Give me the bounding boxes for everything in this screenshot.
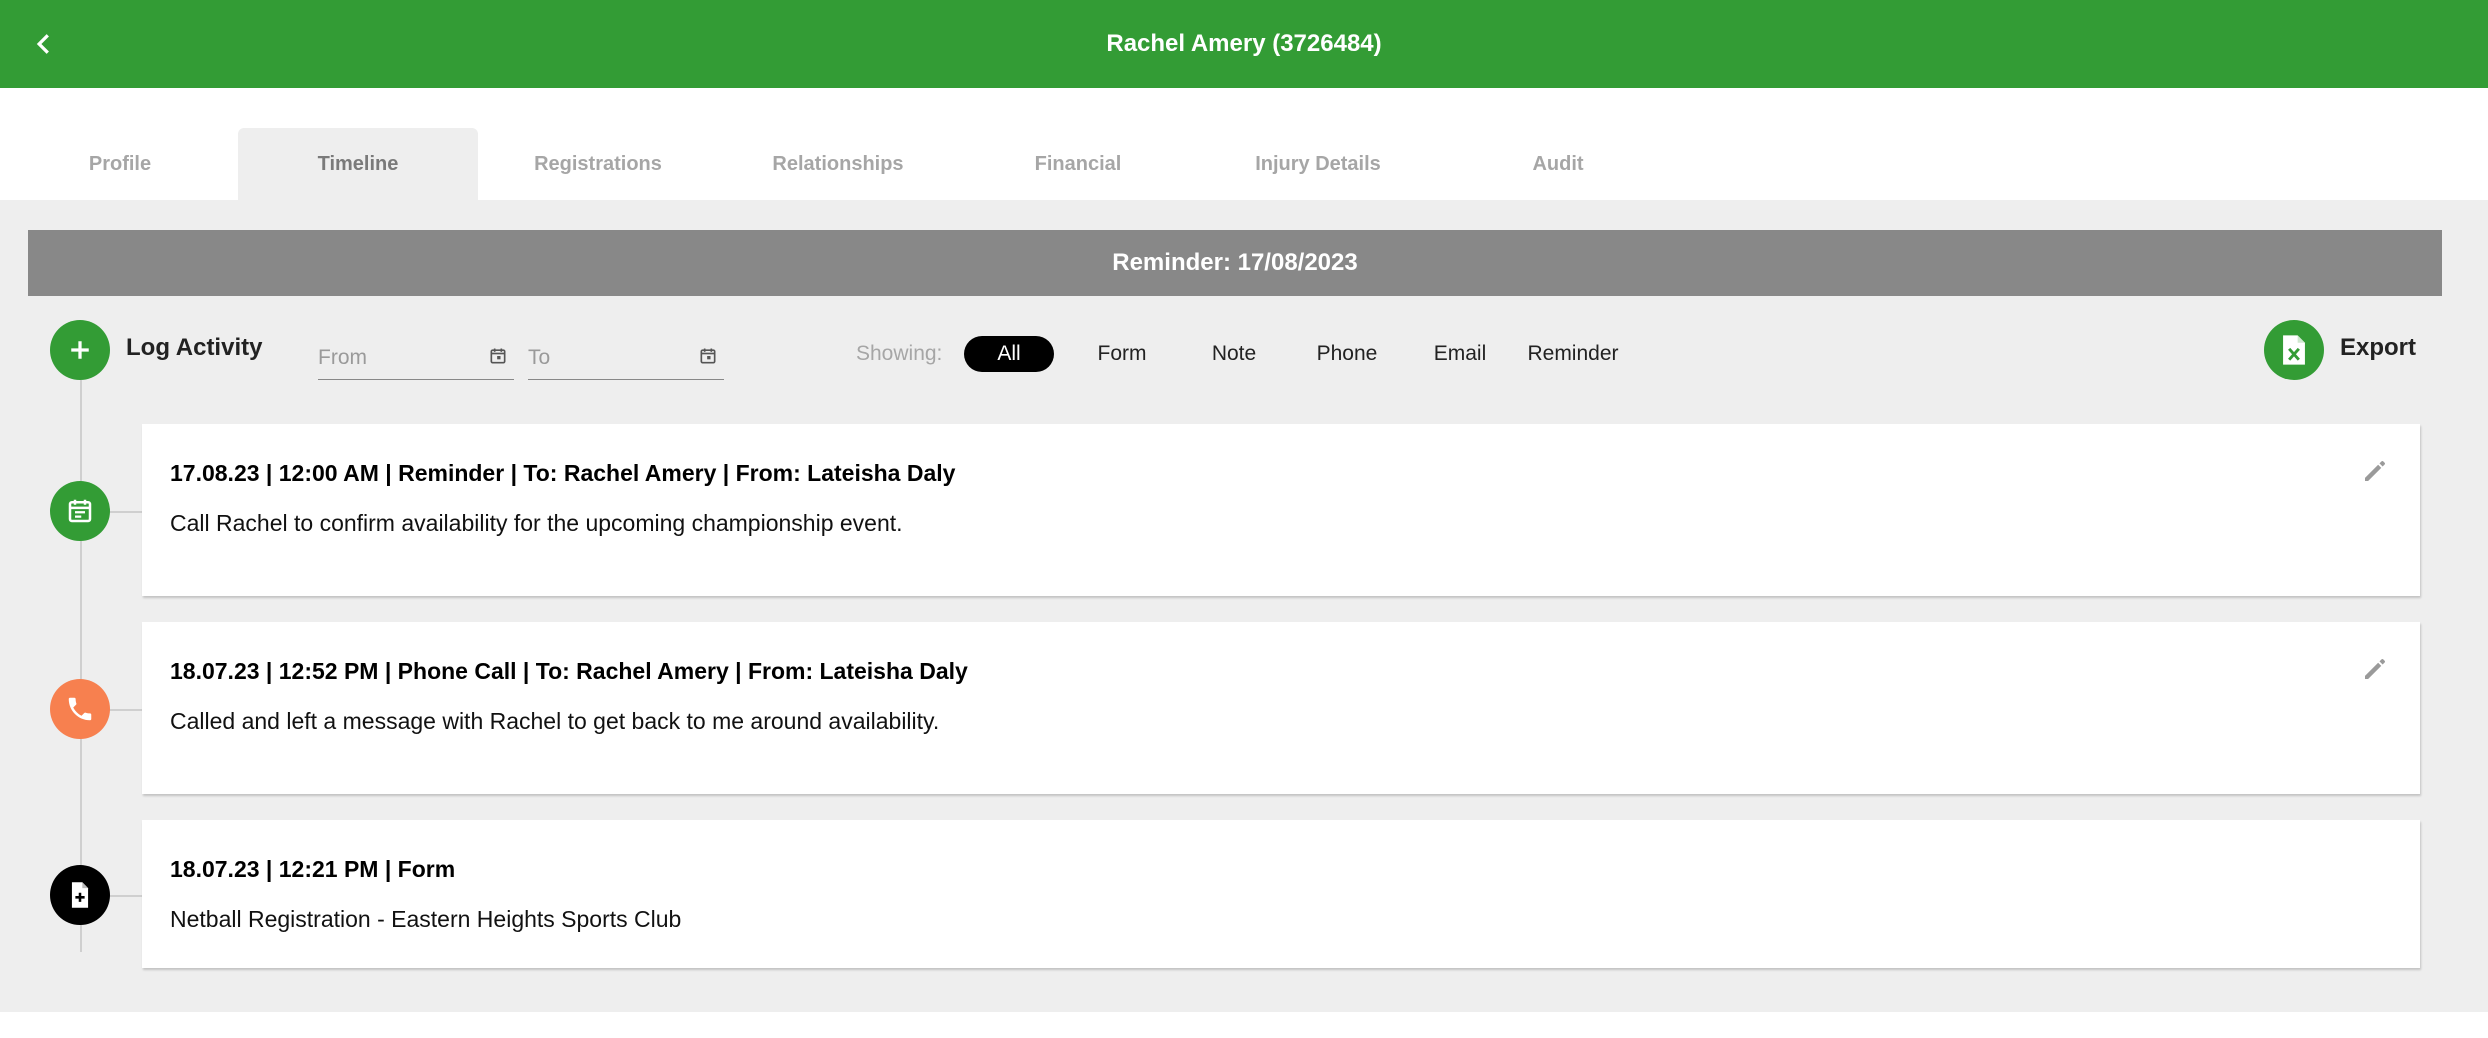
chevron-left-icon xyxy=(36,34,49,54)
calendar-icon xyxy=(68,499,92,523)
from-date-field[interactable]: From xyxy=(318,338,514,380)
to-date-placeholder: To xyxy=(528,346,551,369)
from-date-placeholder: From xyxy=(318,346,367,369)
timeline-entry: 18.07.23 | 12:21 PM | Form Netball Regis… xyxy=(142,820,2420,968)
export-button[interactable] xyxy=(2264,320,2324,380)
tab-relationships[interactable]: Relationships xyxy=(718,128,958,200)
tab-registrations[interactable]: Registrations xyxy=(478,128,718,200)
entry-header: 18.07.23 | 12:52 PM | Phone Call | To: R… xyxy=(170,658,968,684)
tab-profile[interactable]: Profile xyxy=(0,128,240,200)
timeline-marker-form xyxy=(50,865,110,925)
export-label[interactable]: Export xyxy=(2340,334,2416,362)
page-title: Rachel Amery (3726484) xyxy=(1106,30,1382,57)
log-activity-label[interactable]: Log Activity xyxy=(126,334,262,362)
app-header: Rachel Amery (3726484) xyxy=(0,0,2488,88)
edit-button[interactable] xyxy=(2358,652,2392,686)
entry-body: Call Rachel to confirm availability for … xyxy=(170,510,903,536)
timeline-panel: Reminder: 17/08/2023 Log Activity From T… xyxy=(0,200,2488,1012)
pencil-icon xyxy=(2365,659,2385,679)
to-date-field[interactable]: To xyxy=(528,338,724,380)
back-button[interactable] xyxy=(20,20,68,68)
filter-form[interactable]: Form xyxy=(1077,336,1167,372)
calendar-picker-icon[interactable] xyxy=(488,346,508,366)
tab-financial[interactable]: Financial xyxy=(958,128,1198,200)
showing-label: Showing: xyxy=(856,342,943,365)
plus-icon xyxy=(71,341,89,359)
tab-injury-details[interactable]: Injury Details xyxy=(1198,128,1438,200)
tab-audit[interactable]: Audit xyxy=(1438,128,1678,200)
calendar-picker-icon[interactable] xyxy=(698,346,718,366)
entry-body: Netball Registration - Eastern Heights S… xyxy=(170,906,682,932)
excel-file-icon xyxy=(2283,335,2305,365)
filter-phone[interactable]: Phone xyxy=(1302,336,1392,372)
edit-button[interactable] xyxy=(2358,454,2392,488)
entry-body: Called and left a message with Rachel to… xyxy=(170,708,940,734)
filter-email[interactable]: Email xyxy=(1415,336,1505,372)
tab-timeline[interactable]: Timeline xyxy=(238,128,478,200)
log-activity-button[interactable] xyxy=(50,320,110,380)
entry-header: 18.07.23 | 12:21 PM | Form xyxy=(170,856,456,882)
tab-bar: Profile Timeline Registrations Relations… xyxy=(0,128,2488,200)
timeline-marker-phone xyxy=(50,679,110,739)
form-document-icon xyxy=(71,882,89,908)
filter-reminder[interactable]: Reminder xyxy=(1515,336,1631,372)
phone-icon xyxy=(68,697,92,721)
entry-header: 17.08.23 | 12:00 AM | Reminder | To: Rac… xyxy=(170,460,956,486)
filter-note[interactable]: Note xyxy=(1189,336,1279,372)
reminder-banner: Reminder: 17/08/2023 xyxy=(28,230,2442,296)
timeline-entry: 17.08.23 | 12:00 AM | Reminder | To: Rac… xyxy=(142,424,2420,596)
filter-all[interactable]: All xyxy=(964,336,1054,372)
timeline-entry: 18.07.23 | 12:52 PM | Phone Call | To: R… xyxy=(142,622,2420,794)
timeline-marker-reminder xyxy=(50,481,110,541)
pencil-icon xyxy=(2365,461,2385,481)
